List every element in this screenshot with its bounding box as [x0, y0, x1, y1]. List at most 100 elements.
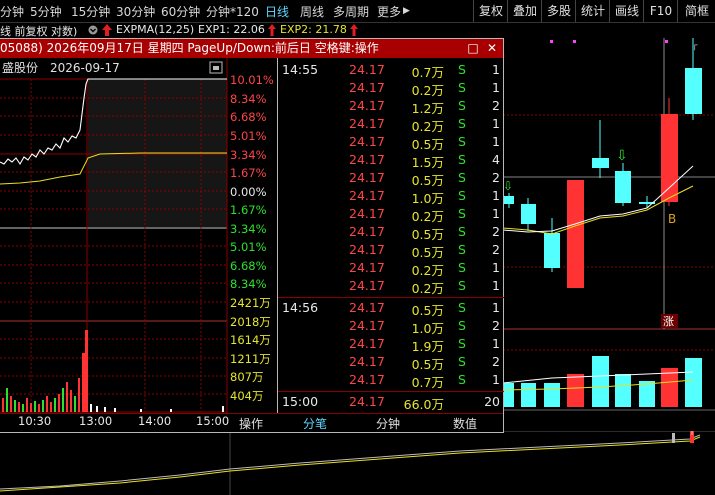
tick-side: S — [458, 206, 466, 221]
period-multi[interactable]: 多周期 — [333, 3, 369, 20]
tick-row[interactable]: 24.17 0.5万 S 2 — [278, 242, 504, 260]
exp1-value: EXP1: 22.06 — [198, 23, 265, 36]
tick-volume: 0.5万 — [411, 357, 444, 372]
tick-count: 1 — [492, 80, 500, 95]
tick-price: 24.17 — [349, 318, 385, 333]
tick-group-separator — [278, 391, 504, 392]
period-daily[interactable]: 日线 — [265, 3, 289, 20]
period-weekly[interactable]: 周线 — [300, 3, 324, 20]
tick-price: 24.17 — [349, 206, 385, 221]
pct-label: 1.67% — [230, 166, 267, 180]
tick-row[interactable]: 24.17 0.5万 S 2 — [278, 224, 504, 242]
period-5min[interactable]: 5分钟 — [30, 3, 62, 20]
adjust-button[interactable]: 复权 — [473, 0, 508, 22]
tick-count: 2 — [492, 224, 500, 239]
simple-frame-button[interactable]: 简框 — [677, 0, 715, 22]
tick-count: 1 — [492, 206, 500, 221]
pct-label: 8.34% — [230, 92, 267, 106]
tick-side: S — [458, 372, 466, 387]
tick-side: S — [458, 242, 466, 257]
tick-count: 1 — [492, 372, 500, 387]
right-axis-labels: 10.01% 8.34% 6.68% 5.01% 3.34% 1.67% 0.0… — [227, 58, 277, 413]
tick-row[interactable]: 24.17 0.2万 S 1 — [278, 80, 504, 98]
arrow-up-small-icon — [268, 24, 276, 36]
candle — [639, 196, 655, 208]
tick-price: 24.17 — [349, 372, 385, 387]
tick-row[interactable]: 15:00 24.17 66.0万 20 — [278, 394, 504, 412]
tick-row[interactable]: 24.17 0.2万 S 1 — [278, 116, 504, 134]
tick-volume: 0.5万 — [411, 303, 444, 318]
tick-price: 24.17 — [349, 62, 385, 77]
down-arrow-marker-icon: ⇩ — [503, 179, 513, 193]
candle — [544, 218, 560, 272]
tick-count: 1 — [492, 188, 500, 203]
adjust-mode-label: 线 前复权 对数) — [0, 25, 78, 38]
period-60min[interactable]: 60分钟 — [161, 3, 200, 20]
overlay-button[interactable]: 叠加 — [507, 0, 542, 22]
tab-operation[interactable]: 操作 — [231, 415, 271, 432]
period-30min[interactable]: 30分钟 — [116, 3, 155, 20]
tick-count: 1 — [492, 116, 500, 131]
tick-volume: 1.5万 — [411, 155, 444, 170]
period-more[interactable]: 更多 — [377, 3, 401, 20]
tick-row[interactable]: 14:56 24.17 0.5万 S 1 — [278, 300, 504, 318]
tick-count: 1 — [492, 300, 500, 315]
tick-volume: 1.2万 — [411, 101, 444, 116]
volume-bar — [639, 381, 655, 407]
tick-row[interactable]: 24.17 0.5万 S 1 — [278, 134, 504, 152]
tick-count: 1 — [492, 134, 500, 149]
tick-volume: 1.0万 — [411, 321, 444, 336]
overview-strip[interactable] — [0, 431, 715, 495]
tick-row[interactable]: 24.17 1.2万 S 2 — [278, 98, 504, 116]
pct-label: 8.34% — [230, 277, 267, 291]
tick-row[interactable]: 24.17 0.5万 S 2 — [278, 170, 504, 188]
tick-row[interactable]: 24.17 1.0万 S 2 — [278, 318, 504, 336]
tick-price: 24.17 — [349, 152, 385, 167]
tick-row[interactable]: 24.17 0.2万 S 1 — [278, 206, 504, 224]
tick-row[interactable]: 14:55 24.17 0.7万 S 1 — [278, 62, 504, 80]
tick-row[interactable]: 24.17 0.2万 S 1 — [278, 260, 504, 278]
tick-price: 24.17 — [349, 242, 385, 257]
tick-price: 24.17 — [349, 336, 385, 351]
close-icon[interactable]: ✕ — [484, 39, 500, 58]
tick-side: S — [458, 318, 466, 333]
pct-label: 0.00% — [230, 185, 267, 199]
tick-time: 14:55 — [282, 62, 319, 77]
tick-row[interactable]: 24.17 0.5万 S 2 — [278, 354, 504, 372]
tick-side: S — [458, 188, 466, 203]
pct-label: 10.01% — [230, 73, 274, 87]
tick-price: 24.17 — [349, 300, 385, 315]
tab-ticks[interactable]: 分笔 — [295, 415, 335, 432]
draw-line-button[interactable]: 画线 — [609, 0, 644, 22]
tab-values[interactable]: 数值 — [445, 415, 485, 432]
f10-button[interactable]: F10 — [643, 0, 678, 22]
tick-volume: 0.2万 — [411, 281, 444, 296]
tick-row[interactable]: 24.17 0.2万 S 1 — [278, 278, 504, 296]
stock-name: 盛股份 — [2, 60, 38, 75]
tick-volume: 0.7万 — [411, 375, 444, 390]
tick-count: 4 — [492, 152, 500, 167]
restore-icon[interactable]: □ — [465, 39, 481, 58]
popup-title-bar[interactable]: 05088) 2026年09月17日 星期四 PageUp/Down:前后日 空… — [0, 39, 503, 58]
tick-row[interactable]: 24.17 0.7万 S 1 — [278, 372, 504, 390]
multi-stock-button[interactable]: 多股 — [541, 0, 576, 22]
tick-volume: 0.7万 — [411, 65, 444, 80]
tick-volume: 0.5万 — [411, 227, 444, 242]
settings-circle-icon[interactable] — [88, 25, 98, 35]
tick-row[interactable]: 24.17 1.5万 S 4 — [278, 152, 504, 170]
tick-side: S — [458, 116, 466, 131]
intraday-popup-window[interactable]: 05088) 2026年09月17日 星期四 PageUp/Down:前后日 空… — [0, 38, 504, 433]
daily-kline-chart[interactable]: ⇩ ⇩ B 涨 ┌ — [503, 38, 715, 495]
pct-label: 1.67% — [230, 203, 267, 217]
tick-list[interactable]: 14:55 24.17 0.7万 S 1 24.17 0.2万 S 1 24.17 1.2万 S 2 24… — [277, 58, 504, 413]
tick-count: 1 — [492, 278, 500, 293]
period-1min[interactable]: 分钟 — [0, 3, 24, 20]
volume-bar — [521, 383, 536, 407]
tick-row[interactable]: 24.17 1.9万 S 1 — [278, 336, 504, 354]
period-15min[interactable]: 15分钟 — [71, 3, 110, 20]
stats-button[interactable]: 统计 — [575, 0, 610, 22]
tick-time: 15:00 — [282, 394, 319, 409]
period-120min[interactable]: 分钟*120 — [206, 3, 259, 20]
tab-minutes[interactable]: 分钟 — [368, 415, 408, 432]
tick-row[interactable]: 24.17 1.0万 S 1 — [278, 188, 504, 206]
